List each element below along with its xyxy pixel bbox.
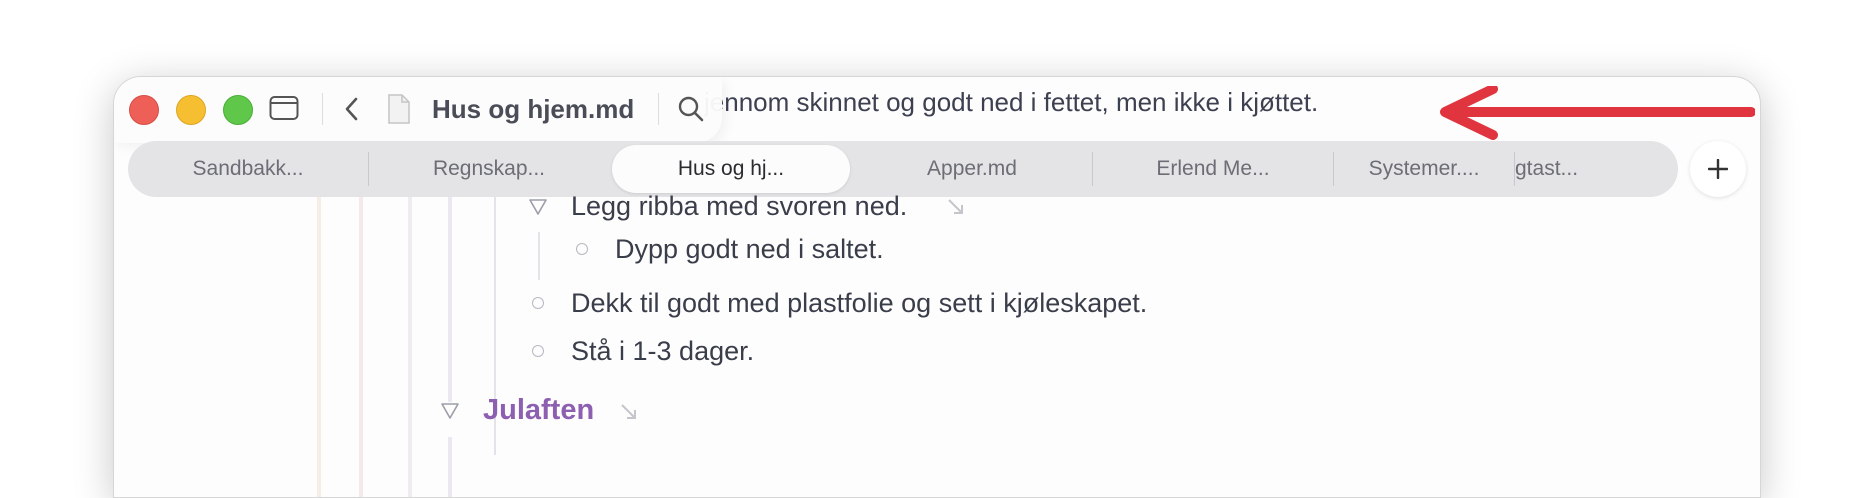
outline-item-text[interactable]: Legg ribba med svoren ned. xyxy=(571,191,907,222)
disclosure-triangle-icon[interactable] xyxy=(440,401,460,421)
indent-guide xyxy=(538,232,540,280)
outline-item-text[interactable]: Dekk til godt med plastfolie og sett i k… xyxy=(571,288,1147,319)
tab-regnskap[interactable]: Regnskap... xyxy=(369,145,609,193)
tab-sandbakk[interactable]: Sandbakk... xyxy=(128,145,368,193)
zoom-window-button[interactable] xyxy=(223,95,253,125)
search-icon[interactable] xyxy=(677,95,705,123)
plus-icon xyxy=(1708,159,1728,179)
indent-guide xyxy=(317,197,321,497)
indent-guide xyxy=(448,437,452,497)
titlebar-controls: Hus og hjem.md xyxy=(114,77,722,143)
tab-bar: Sandbakk... Regnskap... Hus og hj... App… xyxy=(128,141,1678,197)
link-arrow-icon[interactable] xyxy=(946,197,966,217)
tab-systemer[interactable]: Systemer.... xyxy=(1334,145,1514,193)
list-bullet xyxy=(532,297,544,309)
new-tab-button[interactable] xyxy=(1690,141,1746,197)
document-title: Hus og hjem.md xyxy=(432,94,635,124)
outline-item-text[interactable]: Dypp godt ned i saltet. xyxy=(615,234,884,265)
disclosure-triangle-icon[interactable] xyxy=(528,197,548,217)
tab-apper[interactable]: Apper.md xyxy=(852,145,1092,193)
document-icon xyxy=(388,94,410,124)
annotation-arrow-icon xyxy=(1440,86,1755,140)
document-behind-text: jennom skinnet og godt ned i fettet, men… xyxy=(704,87,1319,117)
indent-guide xyxy=(408,197,412,497)
sidebar-icon[interactable] xyxy=(269,95,299,121)
tab-hus-og-hjem[interactable]: Hus og hj... xyxy=(612,145,850,193)
tab-gtast[interactable]: gtast... xyxy=(1515,145,1615,193)
outline-item-text[interactable]: Stå i 1-3 dager. xyxy=(571,336,754,367)
section-heading[interactable]: Julaften xyxy=(483,394,594,427)
indent-guide xyxy=(359,197,363,497)
close-window-button[interactable] xyxy=(129,95,159,125)
list-bullet xyxy=(532,345,544,357)
tab-erlend[interactable]: Erlend Me... xyxy=(1093,145,1333,193)
indent-guide xyxy=(448,197,452,402)
link-arrow-icon[interactable] xyxy=(619,402,639,422)
minimize-window-button[interactable] xyxy=(176,95,206,125)
toolbar-divider xyxy=(658,93,659,125)
list-bullet xyxy=(576,243,588,255)
toolbar-divider xyxy=(322,93,323,125)
chevron-left-icon[interactable] xyxy=(342,95,362,123)
